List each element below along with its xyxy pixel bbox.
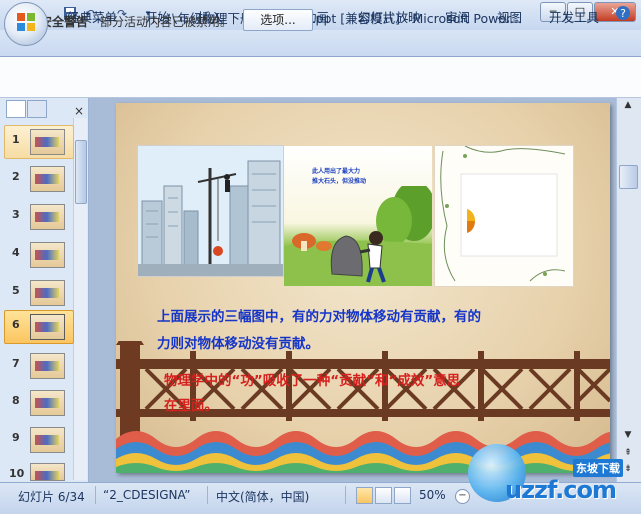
paragraph-1-line-1[interactable]: 上面展示的三幅图中，有的力对物体移动有贡献，有的: [157, 305, 481, 325]
close-pane-icon[interactable]: ×: [74, 104, 84, 118]
slide-sorter-icon[interactable]: [375, 487, 392, 504]
scroll-up-icon[interactable]: ▲: [619, 100, 637, 114]
paragraph-2-line-2[interactable]: 在里面。: [164, 394, 218, 414]
scroll-down-icon[interactable]: ▼: [619, 430, 637, 444]
svg-text:?: ?: [620, 7, 626, 20]
slide-number: 4: [12, 246, 20, 259]
slides-tab-icon[interactable]: [6, 100, 26, 118]
scroll-thumb[interactable]: [619, 165, 638, 189]
slide-number: 8: [12, 394, 20, 407]
paragraph-2-line-1[interactable]: 物理学中的“功”吸收了一种“贡献”和“成效”意思: [164, 369, 460, 389]
status-separator: [345, 486, 346, 504]
slide-thumbnail-5[interactable]: [30, 280, 65, 306]
slide-number: 5: [12, 284, 20, 297]
slide-counter: 幻灯片 6/34: [18, 490, 85, 504]
slide-thumbnail-6[interactable]: [30, 314, 65, 340]
slide-thumbnail-4[interactable]: [30, 242, 65, 268]
framed-picture-image[interactable]: [434, 145, 574, 287]
language-indicator[interactable]: 中文(简体，中国): [216, 488, 309, 505]
status-separator: [95, 486, 96, 504]
options-button[interactable]: 选项...: [243, 9, 313, 31]
theme-name: “2_CDESIGNA”: [103, 488, 191, 502]
slide-number: 2: [12, 170, 20, 183]
slide-number: 3: [12, 208, 20, 221]
help-icon[interactable]: ?: [615, 5, 631, 24]
tab-review[interactable]: 审阅: [445, 7, 470, 26]
office-logo-icon: [17, 13, 35, 31]
slide-thumbnail-1[interactable]: [30, 129, 65, 155]
status-separator: [207, 486, 208, 504]
slide-number: 1: [12, 133, 20, 146]
office-button[interactable]: [4, 2, 48, 46]
slide-thumbnail-9[interactable]: [30, 427, 65, 453]
slide-thumbnail-7[interactable]: [30, 353, 65, 379]
security-warning-bar: [0, 57, 641, 98]
slide-number: 10: [9, 467, 25, 480]
slide-canvas[interactable]: 此人用出了最大力 推大石头，但没推动 上面展示的三幅图中，有的力对物体移动有贡献…: [116, 103, 610, 473]
slide-thumbnail-2[interactable]: [30, 166, 65, 192]
zoom-level[interactable]: 50%: [419, 488, 446, 502]
normal-view-icon[interactable]: [356, 487, 373, 504]
watermark-subtitle: 东坡下载: [573, 459, 623, 477]
vertical-scrollbar[interactable]: [616, 98, 641, 482]
ribbon-tab-bar: [0, 30, 641, 57]
pushing-rock-image[interactable]: 此人用出了最大力 推大石头，但没推动: [284, 146, 432, 286]
slideshow-view-icon[interactable]: [394, 487, 411, 504]
slide-number: 6: [12, 318, 20, 331]
tab-view[interactable]: 视图: [497, 7, 522, 26]
city-crane-image[interactable]: [137, 145, 284, 277]
image-caption-line2: 推大石头，但没推动: [312, 178, 367, 185]
slide-number: 9: [12, 431, 20, 444]
slide-thumbnail-8[interactable]: [30, 390, 65, 416]
tab-developer[interactable]: 开发工具: [549, 7, 599, 26]
slide-thumbnail-10[interactable]: [30, 463, 65, 481]
slide-number: 7: [12, 357, 20, 370]
slide-thumbnail-3[interactable]: [30, 204, 65, 230]
outline-tab-icon[interactable]: [27, 100, 47, 118]
security-warning-message: 部分活动内容已被禁用。: [100, 15, 233, 29]
image-caption-line1: 此人用出了最大力: [312, 168, 361, 175]
watermark-text: uzzf.com: [505, 476, 617, 504]
zoom-out-icon[interactable]: −: [455, 489, 470, 504]
tab-slideshow[interactable]: 幻灯片放映: [358, 7, 421, 26]
slides-pane-scroll-thumb[interactable]: [75, 140, 87, 204]
